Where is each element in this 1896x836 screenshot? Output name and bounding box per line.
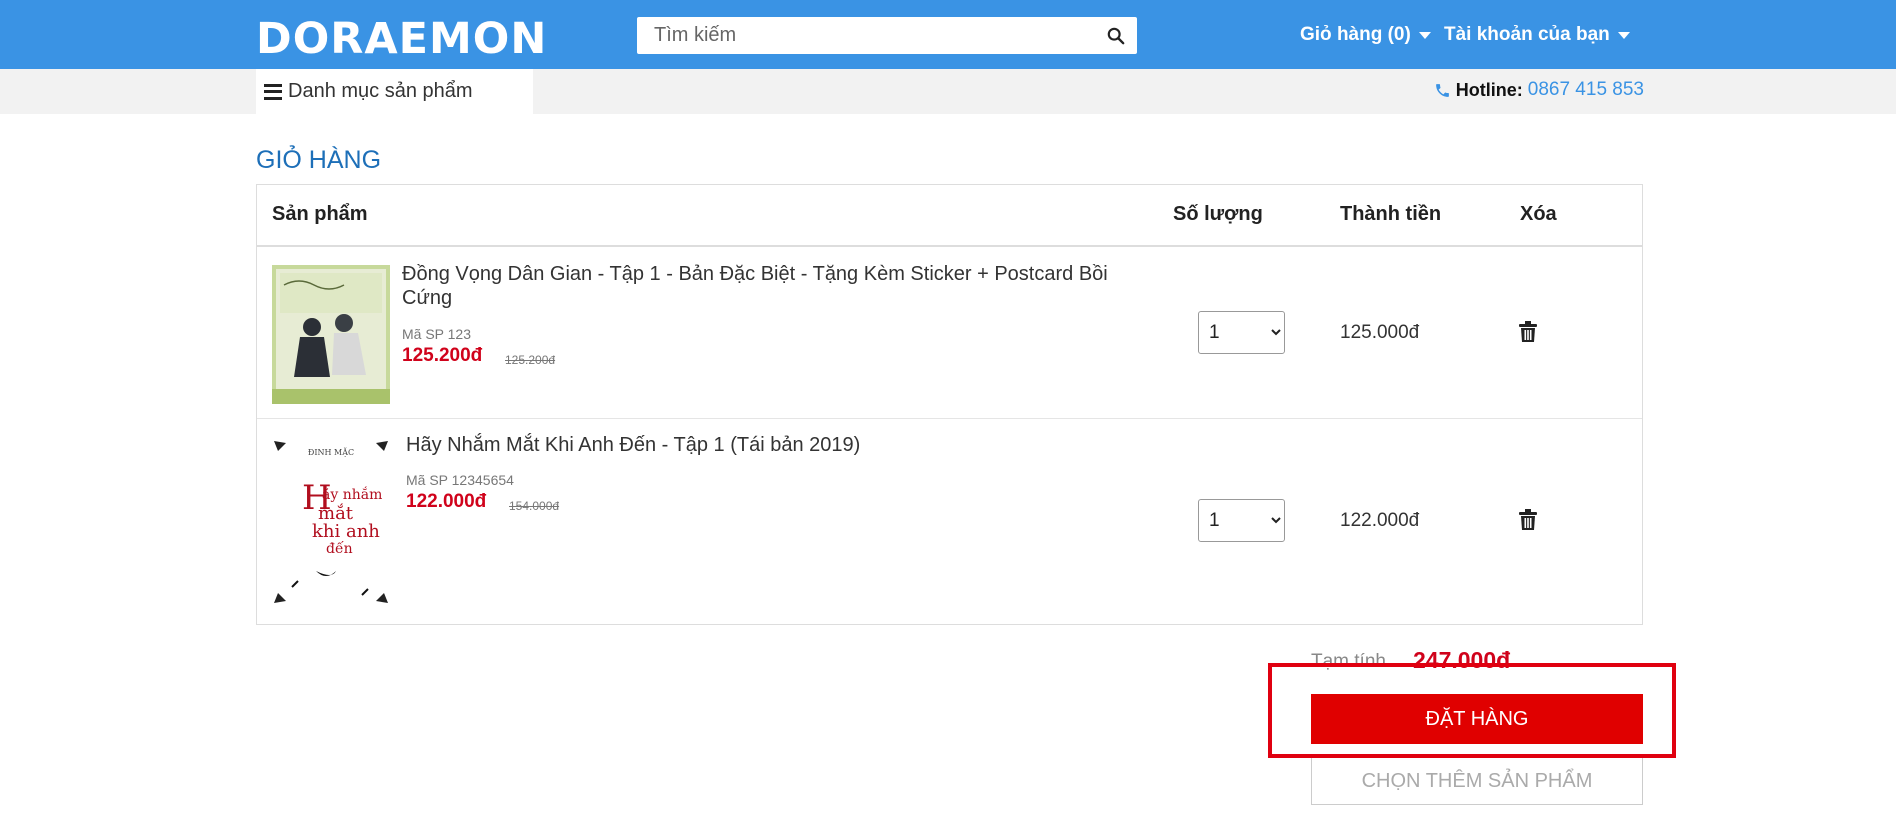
quantity-select[interactable]: 1	[1198, 499, 1285, 542]
svg-text:khi anh: khi anh	[312, 521, 380, 542]
column-header-product: Sản phẩm	[272, 203, 368, 225]
cart-menu[interactable]: Giỏ hàng (0)	[1300, 24, 1431, 46]
page-title: GIỎ HÀNG	[256, 146, 382, 174]
product-code: Mã SP 12345654	[406, 472, 514, 488]
product-price: 125.200đ	[402, 345, 483, 366]
product-thumbnail[interactable]	[272, 265, 390, 404]
search-box	[637, 17, 1137, 54]
quantity-select[interactable]: 1	[1198, 311, 1285, 354]
trash-icon[interactable]	[1518, 321, 1538, 343]
search-input[interactable]	[637, 17, 1092, 54]
svg-text:ĐINH MẶC: ĐINH MẶC	[308, 448, 354, 457]
product-name[interactable]: Đồng Vọng Dân Gian - Tập 1 - Bản Đặc Biệ…	[402, 262, 1132, 310]
product-old-price: 125.200đ	[505, 353, 556, 367]
subtotal-value: 247.000đ	[1413, 647, 1511, 673]
table-row: ĐINH MẶC H ãy nhắm mắt khi anh đến Hãy N…	[257, 419, 1642, 624]
product-name[interactable]: Hãy Nhắm Mắt Khi Anh Đến - Tập 1 (Tái bả…	[406, 433, 1126, 457]
caret-down-icon	[1418, 31, 1431, 39]
hotline: Hotline: 0867 415 853	[1434, 79, 1644, 101]
account-menu-label: Tài khoản của bạn	[1444, 24, 1610, 45]
product-code: Mã SP 123	[402, 326, 472, 342]
hamburger-icon	[264, 83, 282, 100]
table-row: Đồng Vọng Dân Gian - Tập 1 - Bản Đặc Biệ…	[257, 247, 1642, 419]
column-header-total: Thành tiền	[1340, 203, 1442, 225]
top-header: DORAEMON Giỏ hàng (0) Tài khoản của bạn	[0, 0, 1896, 69]
category-menu-label: Danh mục sản phẩm	[288, 80, 473, 102]
cart-menu-label: Giỏ hàng (0)	[1300, 24, 1411, 45]
phone-icon	[1435, 83, 1449, 97]
line-total: 122.000đ	[1340, 510, 1420, 531]
subtotal-label: Tạm tính	[1311, 651, 1386, 672]
caret-down-icon	[1617, 31, 1630, 39]
hotline-number[interactable]: 0867 415 853	[1528, 79, 1644, 101]
trash-icon[interactable]	[1518, 509, 1538, 531]
place-order-button[interactable]: ĐẶT HÀNG	[1311, 694, 1643, 744]
column-header-delete: Xóa	[1520, 203, 1557, 225]
svg-text:ãy nhắm: ãy nhắm	[322, 485, 382, 503]
continue-shopping-button[interactable]: CHỌN THÊM SẢN PHẨM	[1311, 757, 1643, 805]
table-header: Sản phẩm Số lượng Thành tiền Xóa	[257, 185, 1642, 247]
product-price: 122.000đ	[406, 491, 487, 512]
svg-text:đến: đến	[326, 540, 353, 557]
product-old-price: 154.000đ	[509, 499, 560, 513]
hotline-label: Hotline:	[1455, 79, 1523, 100]
column-header-quantity: Số lượng	[1173, 203, 1263, 225]
line-total: 125.000đ	[1340, 322, 1420, 343]
cart-table: Sản phẩm Số lượng Thành tiền Xóa Đồng Vọ…	[256, 184, 1643, 625]
site-logo[interactable]: DORAEMON	[256, 14, 547, 64]
account-menu[interactable]: Tài khoản của bạn	[1444, 24, 1630, 46]
product-thumbnail[interactable]: ĐINH MẶC H ãy nhắm mắt khi anh đến	[272, 437, 390, 607]
category-menu-button[interactable]: Danh mục sản phẩm	[256, 69, 533, 114]
search-icon[interactable]	[1107, 27, 1125, 45]
sub-header: Danh mục sản phẩm Hotline: 0867 415 853	[0, 69, 1896, 114]
